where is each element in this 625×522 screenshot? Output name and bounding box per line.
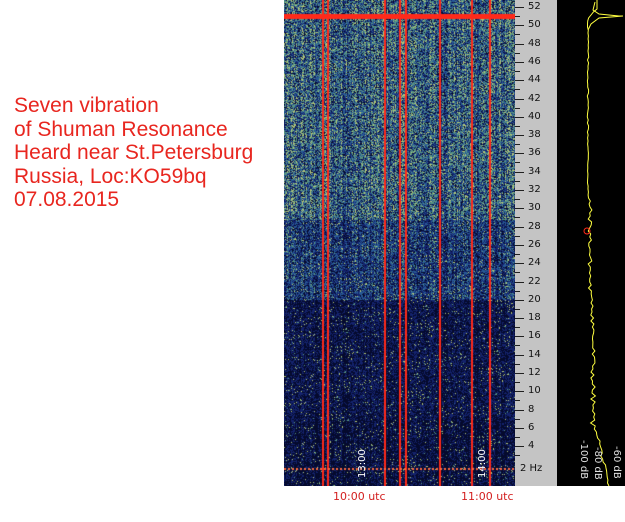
frequency-scale: 52 50 48 46 44 42 40 38 36 34 32 30 28 26 24 22 20 18 16 14… — [515, 0, 557, 486]
frequency-tick-18: 18 — [515, 312, 557, 323]
time-label-14: 14:00 — [477, 449, 488, 478]
db-label-60: -60 dB — [611, 446, 622, 479]
profile-peak-line — [587, 1, 624, 31]
frequency-minor-tick — [515, 400, 557, 401]
profile-trace — [583, 0, 624, 487]
spectrogram — [284, 0, 515, 486]
frequency-minor-tick — [515, 181, 557, 182]
frequency-minor-tick — [515, 437, 557, 438]
caption-line-2: of Shuman Resonance — [14, 117, 228, 141]
time-label-11utc: 11:00 utc — [461, 490, 514, 503]
spectrum-profile — [557, 0, 625, 487]
frequency-minor-tick — [515, 272, 557, 273]
frequency-minor-tick — [515, 254, 557, 255]
frequency-tick-4: 4 — [515, 440, 557, 451]
frequency-tick-48: 48 — [515, 38, 557, 49]
time-label-13: 13:00 — [357, 449, 368, 478]
frequency-minor-tick — [515, 327, 557, 328]
frequency-tick-30: 30 — [515, 202, 557, 213]
frequency-minor-tick — [515, 108, 557, 109]
profile-marker — [583, 227, 591, 235]
frequency-tick-36: 36 — [515, 147, 557, 158]
frequency-tick-10: 10 — [515, 385, 557, 396]
frequency-tick-14: 14 — [515, 349, 557, 360]
frequency-minor-tick — [515, 236, 557, 237]
frequency-minor-tick — [515, 126, 557, 127]
frequency-minor-tick — [515, 217, 557, 218]
frequency-minor-tick — [515, 419, 557, 420]
frequency-tick-52: 52 — [515, 1, 557, 12]
frequency-tick-40: 40 — [515, 111, 557, 122]
caption-line-3: Heard near St.Petersburg — [14, 141, 254, 164]
time-label-10utc: 10:00 utc — [333, 490, 386, 503]
frequency-tick-38: 38 — [515, 129, 557, 140]
frequency-tick-22: 22 — [515, 276, 557, 287]
spectrogram-canvas — [284, 0, 515, 486]
frequency-tick-24: 24 — [515, 257, 557, 268]
frequency-tick-6: 6 — [515, 422, 557, 433]
frequency-minor-tick — [515, 291, 557, 292]
frequency-tick-12: 12 — [515, 367, 557, 378]
db-label-80: -80 dB — [592, 447, 603, 480]
db-label-100: -100 dB — [578, 440, 589, 480]
frequency-tick-8: 8 — [515, 404, 557, 415]
frequency-minor-tick — [515, 382, 557, 383]
frequency-minor-tick — [515, 345, 557, 346]
frequency-tick-44: 44 — [515, 74, 557, 85]
frequency-minor-tick — [515, 71, 557, 72]
caption-line-4: Russia, Loc:KO59bq — [14, 164, 207, 188]
frequency-tick-34: 34 — [515, 166, 557, 177]
frequency-tick-46: 46 — [515, 56, 557, 67]
frequency-tick-50: 50 — [515, 19, 557, 30]
frequency-tick-28: 28 — [515, 221, 557, 232]
frequency-tick-16: 16 — [515, 330, 557, 341]
frequency-minor-tick — [515, 199, 557, 200]
caption-line-5: 07.08.2015 — [14, 188, 120, 211]
frequency-minor-tick — [515, 89, 557, 90]
frequency-tick-42: 42 — [515, 93, 557, 104]
frequency-unit-label: 2 Hz — [520, 463, 543, 474]
frequency-minor-tick — [515, 364, 557, 365]
frequency-minor-tick — [515, 53, 557, 54]
frequency-tick-32: 32 — [515, 184, 557, 195]
frequency-tick-26: 26 — [515, 239, 557, 250]
frequency-minor-tick — [515, 144, 557, 145]
frequency-minor-tick — [515, 34, 557, 35]
frequency-minor-tick — [515, 455, 557, 456]
frequency-minor-tick — [515, 309, 557, 310]
frequency-minor-tick — [515, 16, 557, 17]
caption-text: Seven vibration of Shuman Resonance Hear… — [14, 94, 253, 212]
caption-line-1: Seven vibration — [14, 94, 159, 117]
profile-trace-line — [586, 0, 610, 487]
frequency-tick-20: 20 — [515, 294, 557, 305]
frequency-minor-tick — [515, 162, 557, 163]
